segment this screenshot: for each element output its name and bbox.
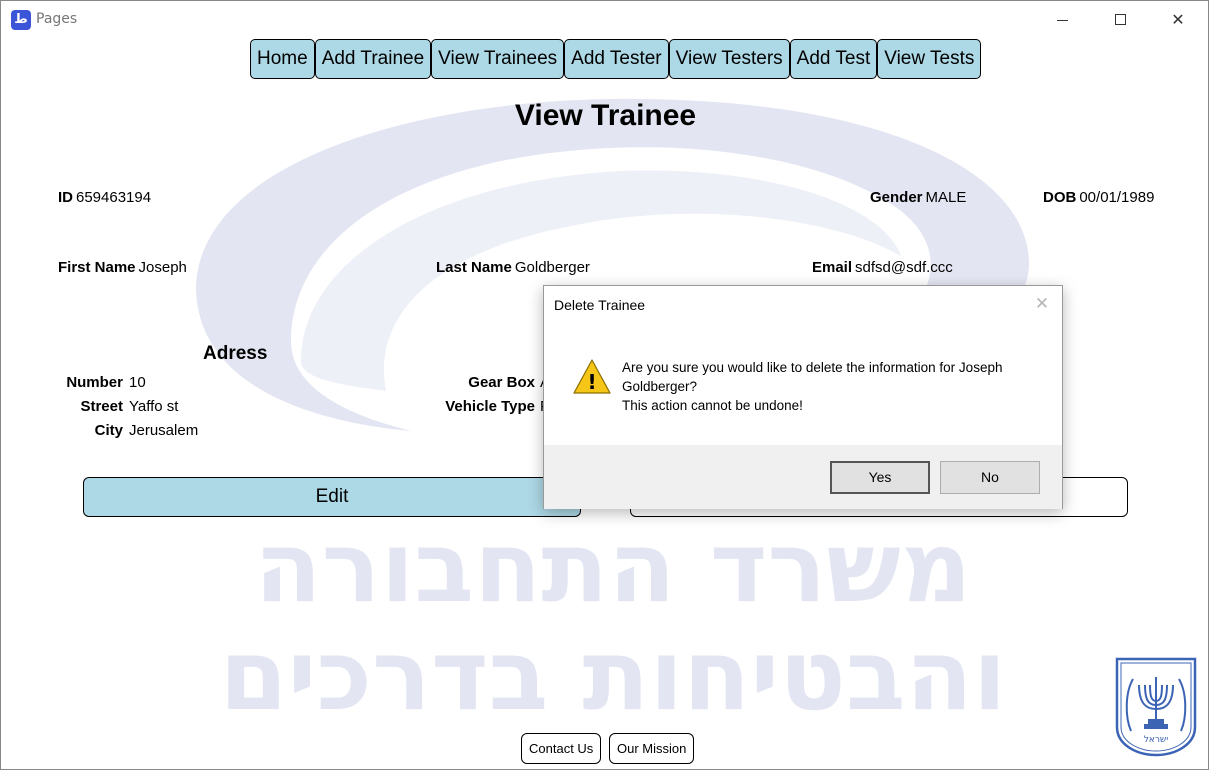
watermark-line2: והבטיחות בדרכים — [219, 619, 1006, 733]
main-nav: Home Add Trainee View Trainees Add Teste… — [250, 39, 982, 79]
email-label: Email — [812, 259, 853, 276]
our-mission-button[interactable]: Our Mission — [609, 733, 695, 764]
no-button[interactable]: No — [940, 461, 1040, 494]
title-bar: ط Pages ✕ — [1, 1, 1208, 39]
contact-us-button[interactable]: Contact Us — [521, 733, 602, 764]
state-emblem-icon: ישראל — [1115, 657, 1197, 757]
nav-view-trainees-button[interactable]: View Trainees — [431, 39, 565, 79]
page-title: View Trainee — [514, 99, 697, 132]
nav-add-test-button[interactable]: Add Test — [789, 39, 878, 79]
dialog-message-line2: Goldberger? — [622, 379, 698, 394]
id-field: ID 659463194 — [58, 189, 151, 206]
vehicle-type-label: Vehicle Type — [445, 398, 535, 415]
window-title: Pages — [36, 11, 78, 27]
dob-field: DOB 00/01/1989 — [1043, 189, 1154, 206]
id-label: ID — [58, 189, 73, 206]
email-value: sdfsd@sdf.ccc — [855, 259, 953, 276]
nav-view-testers-button[interactable]: View Testers — [668, 39, 790, 79]
dialog-message: Are you sure you would like to delete th… — [622, 358, 1042, 415]
dialog-message-line3: This action cannot be undone! — [622, 398, 803, 413]
id-value: 659463194 — [76, 189, 152, 206]
number-label: Number — [66, 374, 123, 391]
watermark-line1: משרד התחבורה — [254, 511, 971, 625]
gender-field: Gender MALE — [870, 189, 966, 206]
street-value: Yaffo st — [129, 398, 179, 415]
last-name-value: Goldberger — [514, 259, 590, 276]
nav-view-tests-button[interactable]: View Tests — [877, 39, 982, 79]
nav-add-tester-button[interactable]: Add Tester — [564, 39, 669, 79]
warning-glyph: ! — [587, 370, 596, 394]
emblem-text: ישראל — [1144, 735, 1169, 745]
first-name-label: First Name — [58, 259, 136, 276]
maximize-button[interactable] — [1091, 1, 1149, 39]
close-icon: ✕ — [1034, 294, 1050, 314]
dialog-close-button[interactable]: ✕ — [1032, 294, 1052, 314]
number-value: 10 — [129, 374, 146, 391]
dialog-message-line1: Are you sure you would like to delete th… — [622, 360, 1003, 375]
email-field: Email sdfsd@sdf.ccc — [812, 259, 953, 276]
warning-icon: ! — [573, 359, 611, 394]
maximize-icon — [1115, 14, 1126, 25]
last-name-field: Last Name Goldberger — [436, 259, 590, 276]
first-name-value: Joseph — [138, 259, 187, 276]
app-window: משרד התחבורה והבטיחות בדרכים ط Pages ✕ H… — [0, 0, 1209, 770]
last-name-label: Last Name — [436, 259, 512, 276]
delete-confirm-dialog: Delete Trainee ✕ ! Are you sure you woul… — [543, 285, 1063, 509]
gender-label: Gender — [870, 189, 923, 206]
city-label: City — [94, 422, 123, 439]
gender-value: MALE — [925, 189, 967, 206]
edit-button[interactable]: Edit — [83, 477, 581, 517]
street-label: Street — [80, 398, 123, 415]
city-value: Jerusalem — [129, 422, 199, 439]
address-heading: Adress — [203, 343, 268, 364]
nav-home-button[interactable]: Home — [250, 39, 315, 79]
minimize-button[interactable] — [1033, 1, 1091, 39]
close-window-button[interactable]: ✕ — [1149, 1, 1207, 39]
yes-button[interactable]: Yes — [830, 461, 930, 494]
dialog-title: Delete Trainee — [554, 297, 646, 313]
first-name-field: First Name Joseph — [58, 259, 187, 276]
dob-value: 00/01/1989 — [1079, 189, 1155, 206]
nav-add-trainee-button[interactable]: Add Trainee — [314, 39, 432, 79]
minimize-icon — [1057, 20, 1068, 21]
dob-label: DOB — [1043, 189, 1077, 206]
gearbox-label: Gear Box — [468, 374, 535, 391]
app-logo-icon: ط — [11, 10, 31, 30]
close-icon: ✕ — [1171, 10, 1185, 29]
